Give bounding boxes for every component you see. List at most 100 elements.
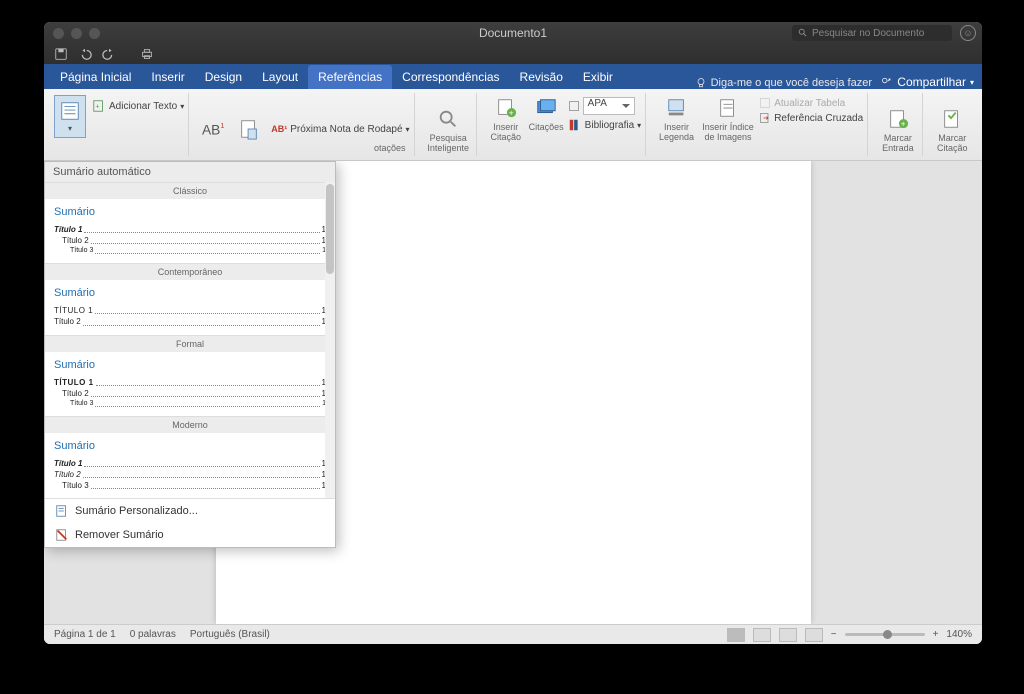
toc-preview-title: Sumário [54, 440, 326, 452]
toc-preview-line: Título 31 [54, 246, 326, 256]
toc-preview-line: Título 21 [54, 469, 326, 480]
svg-text:AB: AB [202, 123, 220, 138]
svg-text:+: + [96, 104, 100, 111]
view-outline[interactable] [779, 628, 797, 642]
svg-text:+: + [901, 120, 906, 129]
footnotes-group-label: otações [374, 144, 410, 154]
gallery-style-header: Contemporâneo [45, 263, 335, 280]
view-draft[interactable] [805, 628, 823, 642]
custom-toc-item[interactable]: Sumário Personalizado... [45, 499, 335, 523]
zoom-out[interactable]: − [831, 629, 837, 640]
toc-preview-line: Título 21 [54, 316, 326, 327]
mark-entry-icon: + [887, 108, 909, 130]
toc-preview-line: Título 31 [54, 480, 326, 491]
cross-reference-button[interactable]: Referência Cruzada [759, 112, 863, 124]
zoom-in[interactable]: + [933, 629, 939, 640]
gallery-header: Sumário automático [45, 162, 335, 182]
toc-button[interactable]: ▾ [54, 95, 86, 138]
toc-preview-title: Sumário [54, 287, 326, 299]
lightbulb-icon [695, 77, 707, 89]
qat-redo[interactable] [102, 47, 116, 61]
gallery-preview[interactable]: Sumário Título 11Título 21Título 31 [45, 433, 335, 499]
gallery-scrollbar[interactable] [325, 182, 335, 498]
insert-footnote-button[interactable]: AB1 [199, 116, 227, 142]
insert-caption-button[interactable] [663, 95, 691, 121]
toc-preview-line: Título 11 [54, 224, 326, 235]
search-icon [798, 28, 808, 38]
insert-citation-icon: + [495, 97, 517, 119]
feedback-icon[interactable]: ☺ [960, 25, 976, 41]
custom-toc-icon [55, 504, 69, 518]
gallery-style-header: Clássico [45, 182, 335, 199]
style-icon [568, 100, 580, 112]
index-images-icon [717, 97, 739, 119]
tab-home[interactable]: Página Inicial [50, 65, 141, 89]
citations-icon [535, 97, 557, 119]
cross-ref-icon [759, 112, 771, 124]
view-print-layout[interactable] [727, 628, 745, 642]
citations-button[interactable] [532, 95, 560, 121]
bibliography-icon [568, 118, 582, 132]
svg-text:1: 1 [221, 121, 225, 130]
toc-preview-title: Sumário [54, 206, 326, 218]
share-icon [881, 76, 893, 88]
status-bar: Página 1 de 1 0 palavras Português (Bras… [44, 624, 982, 644]
search-placeholder: Pesquisar no Documento [812, 28, 924, 39]
citation-style-dropdown[interactable]: APA [583, 97, 635, 115]
add-text-button[interactable]: + Adicionar Texto▾ [92, 99, 184, 113]
tab-view[interactable]: Exibir [573, 65, 623, 89]
status-page[interactable]: Página 1 de 1 [54, 629, 116, 640]
footnote-ab-icon: AB¹ [271, 124, 287, 134]
tab-mailings[interactable]: Correspondências [392, 65, 509, 89]
qat-print[interactable] [140, 47, 154, 61]
qat-save[interactable] [54, 47, 68, 61]
share-button[interactable]: Compartilhar ▾ [881, 75, 974, 89]
add-text-icon: + [92, 99, 106, 113]
bibliography-button[interactable]: Bibliografia▾ [568, 118, 642, 132]
titlebar: Documento1 Pesquisar no Documento ☺ [44, 22, 982, 44]
tab-layout[interactable]: Layout [252, 65, 308, 89]
gallery-preview[interactable]: Sumário TÍTULO 11Título 21Título 31 [45, 352, 335, 416]
insert-table-figures-button[interactable] [714, 95, 742, 121]
zoom-slider[interactable] [845, 633, 925, 636]
toc-gallery: Sumário automático Clássico Sumário Título… [44, 161, 336, 548]
status-words[interactable]: 0 palavras [130, 629, 176, 640]
document-area: Sumário automático Clássico Sumário Título… [44, 161, 982, 624]
gallery-preview[interactable]: SumárioTÍTULO 11Título 21 [45, 280, 335, 334]
toc-preview-line: Título 21 [54, 388, 326, 399]
tell-me[interactable]: Diga-me o que você deseja fazer [695, 77, 872, 89]
toc-preview-line: Título 11 [54, 458, 326, 469]
mark-citation-button[interactable] [938, 106, 966, 132]
insert-citation-button[interactable]: + [492, 95, 520, 121]
gallery-style-header: Formal [45, 335, 335, 352]
tab-references[interactable]: Referências [308, 65, 392, 89]
toc-preview-line: Título 31 [54, 399, 326, 409]
tab-review[interactable]: Revisão [510, 65, 573, 89]
update-icon [759, 97, 771, 109]
toc-preview-line: Título 21 [54, 235, 326, 246]
zoom-level[interactable]: 140% [946, 629, 972, 640]
update-table-button: Atualizar Tabela [759, 97, 863, 109]
next-footnote-button[interactable]: AB¹ Próxima Nota de Rodapé▾ [271, 124, 409, 135]
remove-toc-item[interactable]: Remover Sumário [45, 523, 335, 547]
ribbon: ▾ + Adicionar Texto▾ AB1 AB¹ [44, 89, 982, 161]
remove-toc-icon [55, 528, 69, 542]
status-language[interactable]: Português (Brasil) [190, 629, 270, 640]
quick-access-toolbar [44, 44, 982, 64]
tab-design[interactable]: Design [195, 65, 252, 89]
search-field[interactable]: Pesquisar no Documento [792, 25, 952, 41]
view-web-layout[interactable] [753, 628, 771, 642]
caption-icon [666, 97, 688, 119]
insert-endnote-button[interactable] [235, 116, 263, 142]
toc-preview-title: Sumário [54, 359, 326, 371]
toc-preview-line: TÍTULO 11 [54, 377, 326, 388]
gallery-style-header: Moderno [45, 416, 335, 433]
smart-lookup-button[interactable] [434, 106, 462, 132]
smart-lookup-icon [437, 108, 459, 130]
tab-insert[interactable]: Inserir [141, 65, 194, 89]
ribbon-tabs: Página Inicial Inserir Design Layout Ref… [44, 64, 982, 89]
mark-citation-icon [941, 108, 963, 130]
gallery-preview[interactable]: Sumário Título 11Título 21Título 31 [45, 199, 335, 263]
qat-undo[interactable] [78, 47, 92, 61]
mark-entry-button[interactable]: + [884, 106, 912, 132]
